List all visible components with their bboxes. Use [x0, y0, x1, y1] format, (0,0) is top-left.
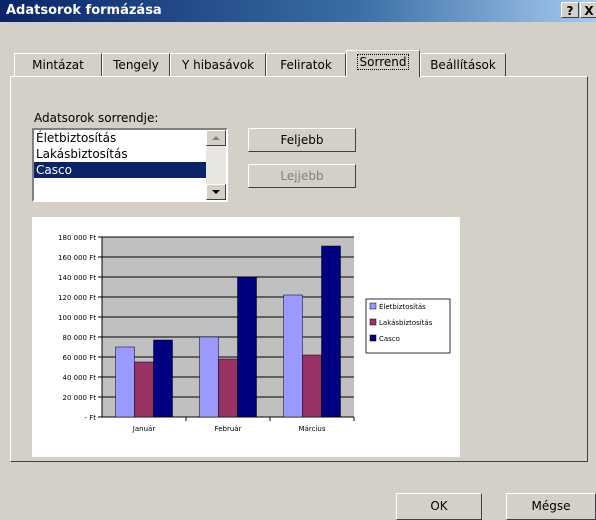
y-tick-label: 40 000 Ft: [63, 374, 97, 382]
bar-2-1: [237, 276, 257, 418]
tab-y-hibasavok[interactable]: Y hibasávok: [170, 53, 266, 76]
legend-label-2: Casco: [379, 335, 400, 343]
tab-sorrend[interactable]: Sorrend: [346, 50, 420, 77]
bar-0-1: [199, 336, 219, 418]
legend-swatch-0: [369, 302, 377, 310]
y-tick-label: 180 000 Ft: [58, 234, 96, 242]
tab-tengely[interactable]: Tengely: [102, 53, 170, 76]
legend-label-0: Életbiztosítás: [379, 302, 426, 311]
bar-0-2: [283, 294, 303, 418]
legend-swatch-1: [369, 318, 377, 326]
x-tick-label: Február: [215, 425, 242, 433]
window-title: Adatsorok formázása: [6, 3, 162, 18]
x-tick-label: Január: [132, 425, 156, 433]
bar-2-0: [153, 339, 173, 418]
list-item-life[interactable]: Életbiztosítás: [34, 130, 208, 146]
y-tick-label: 20 000 Ft: [63, 394, 97, 402]
chart-preview: - Ft 20 000 Ft 40 000 Ft 60 000 Ft 80 000 Ft…: [32, 217, 460, 457]
y-tick-label: 80 000 Ft: [63, 334, 97, 342]
listbox-scrollbar[interactable]: [206, 130, 226, 200]
y-tick-label: 100 000 Ft: [58, 314, 96, 322]
tab-beallitasok[interactable]: Beállítások: [420, 53, 506, 76]
legend-swatch-2: [369, 334, 377, 342]
ok-button[interactable]: OK: [396, 493, 482, 520]
y-tick-label: 60 000 Ft: [63, 354, 97, 362]
y-tick-label: 140 000 Ft: [58, 274, 96, 282]
legend-label-1: Lakásbiztosítás: [379, 319, 433, 327]
bar-1-0: [134, 361, 154, 418]
close-button[interactable]: X: [580, 2, 596, 18]
bar-0-0: [115, 346, 135, 418]
series-order-listbox[interactable]: Életbiztosítás Lakásbiztosítás Casco: [32, 128, 228, 202]
y-tick-label: 160 000 Ft: [58, 254, 96, 262]
series-order-label: Adatsorok sorrendje:: [34, 111, 159, 125]
tab-mintazat[interactable]: Mintázat: [14, 53, 102, 76]
move-up-button[interactable]: Feljebb: [248, 128, 356, 152]
scroll-down-icon[interactable]: [206, 184, 226, 200]
bar-1-1: [218, 358, 238, 418]
cancel-button[interactable]: Mégse: [506, 493, 596, 520]
y-tick-label: 120 000 Ft: [58, 294, 96, 302]
chart-svg: - Ft 20 000 Ft 40 000 Ft 60 000 Ft 80 000 Ft…: [58, 234, 451, 433]
title-bar: Adatsorok formázása ? X: [0, 0, 596, 22]
list-item-home[interactable]: Lakásbiztosítás: [34, 146, 208, 162]
y-tick-label: - Ft: [84, 414, 96, 422]
bar-1-2: [302, 354, 322, 418]
help-button[interactable]: ?: [561, 2, 579, 18]
x-tick-label: Március: [299, 425, 326, 433]
tab-feliratok[interactable]: Feliratok: [266, 53, 346, 76]
scroll-up-icon[interactable]: [206, 130, 226, 146]
move-down-button[interactable]: Lejjebb: [248, 164, 356, 188]
bar-2-2: [321, 245, 341, 418]
list-item-casco[interactable]: Casco: [34, 162, 208, 178]
